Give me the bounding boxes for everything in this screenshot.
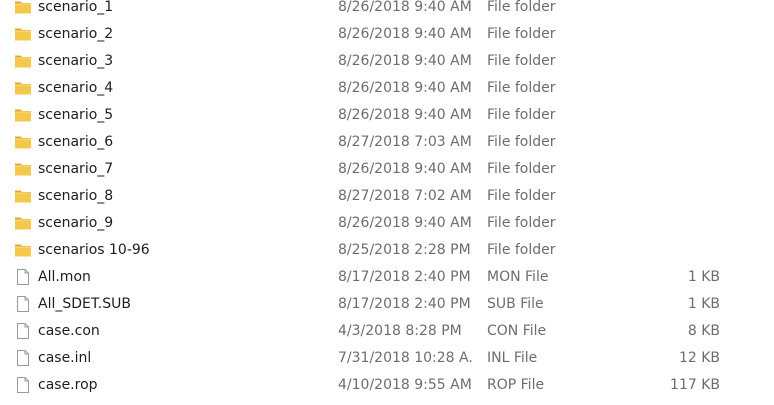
file-row[interactable]: All_SDET.SUB 8/17/2018 2:40 PM SUB File 1 K… [0, 291, 774, 318]
file-row[interactable]: case.inl 7/31/2018 10:28 A... INL File 12 K… [0, 345, 774, 372]
folder-icon [14, 133, 32, 151]
date-modified: 7/31/2018 10:28 A... [338, 350, 473, 366]
folder-icon [14, 160, 32, 178]
file-name: scenario_4 [38, 80, 114, 96]
file-name: scenario_6 [38, 134, 114, 150]
file-size: 12 KB [678, 350, 720, 366]
file-row[interactable]: case.rop 4/10/2018 9:55 AM ROP File 117 KB [0, 372, 774, 399]
folder-icon [14, 52, 32, 70]
file-type: CON File [487, 323, 547, 339]
folder-icon [14, 187, 32, 205]
file-name: scenario_7 [38, 161, 114, 177]
date-modified: 8/27/2018 7:03 AM [338, 134, 472, 150]
file-type: ROP File [487, 377, 545, 393]
folder-icon [14, 0, 32, 16]
file-type: File folder [487, 26, 556, 42]
file-name: scenario_8 [38, 188, 114, 204]
file-type: File folder [487, 107, 556, 123]
file-type: File folder [487, 134, 556, 150]
date-modified: 8/26/2018 9:40 AM [338, 0, 472, 15]
file-type: File folder [487, 242, 556, 258]
file-name: All_SDET.SUB [38, 296, 131, 312]
file-row[interactable]: scenario_7 8/26/2018 9:40 AM File folder [0, 156, 774, 183]
file-name: scenario_5 [38, 107, 114, 123]
folder-icon [14, 241, 32, 259]
file-icon [14, 268, 32, 286]
file-type: File folder [487, 215, 556, 231]
file-row[interactable]: scenario_1 8/26/2018 9:40 AM File folder [0, 0, 774, 21]
file-list: scenario_1 8/26/2018 9:40 AM File folder sc… [0, 0, 774, 405]
date-modified: 4/10/2018 9:55 AM [338, 377, 472, 393]
file-icon [14, 349, 32, 367]
file-row[interactable]: scenario_9 8/26/2018 9:40 AM File folder [0, 210, 774, 237]
date-modified: 8/25/2018 2:28 PM [338, 242, 471, 258]
file-row[interactable]: scenario_6 8/27/2018 7:03 AM File folder [0, 129, 774, 156]
folder-icon [14, 79, 32, 97]
file-type: File folder [487, 161, 556, 177]
file-row[interactable]: scenario_2 8/26/2018 9:40 AM File folder [0, 21, 774, 48]
file-name: All.mon [38, 269, 91, 285]
date-modified: 8/17/2018 2:40 PM [338, 296, 471, 312]
date-modified: 8/17/2018 2:40 PM [338, 269, 471, 285]
date-modified: 8/26/2018 9:40 AM [338, 53, 472, 69]
date-modified: 4/3/2018 8:28 PM [338, 323, 462, 339]
file-row[interactable]: scenario_4 8/26/2018 9:40 AM File folder [0, 75, 774, 102]
file-icon [14, 322, 32, 340]
file-row[interactable]: case.con 4/3/2018 8:28 PM CON File 8 KB [0, 318, 774, 345]
file-name: scenario_3 [38, 53, 114, 69]
file-type: File folder [487, 80, 556, 96]
file-name: scenario_2 [38, 26, 114, 42]
file-name: scenarios 10-96 [38, 242, 150, 258]
date-modified: 8/26/2018 9:40 AM [338, 26, 472, 42]
date-modified: 8/26/2018 9:40 AM [338, 80, 472, 96]
file-icon [14, 295, 32, 313]
file-name: case.inl [38, 350, 92, 366]
file-row[interactable]: All.mon 8/17/2018 2:40 PM MON File 1 KB [0, 264, 774, 291]
folder-icon [14, 25, 32, 43]
file-name: scenario_9 [38, 215, 114, 231]
file-type: MON File [487, 269, 549, 285]
file-type: File folder [487, 53, 556, 69]
file-size: 1 KB [687, 296, 720, 312]
file-row[interactable]: scenario_5 8/26/2018 9:40 AM File folder [0, 102, 774, 129]
date-modified: 8/26/2018 9:40 AM [338, 161, 472, 177]
file-row[interactable]: scenarios 10-96 8/25/2018 2:28 PM File fol… [0, 237, 774, 264]
folder-icon [14, 214, 32, 232]
file-row[interactable]: scenario_8 8/27/2018 7:02 AM File folder [0, 183, 774, 210]
file-icon [14, 376, 32, 394]
file-size: 1 KB [687, 269, 720, 285]
file-size: 117 KB [670, 377, 720, 393]
file-name: case.rop [38, 377, 98, 393]
file-type: SUB File [487, 296, 544, 312]
file-size: 8 KB [687, 323, 720, 339]
file-name: case.con [38, 323, 100, 339]
file-row[interactable]: scenario_3 8/26/2018 9:40 AM File folder [0, 48, 774, 75]
file-type: File folder [487, 188, 556, 204]
date-modified: 8/26/2018 9:40 AM [338, 107, 472, 123]
date-modified: 8/26/2018 9:40 AM [338, 215, 472, 231]
file-type: INL File [487, 350, 538, 366]
file-name: scenario_1 [38, 0, 114, 15]
file-type: File folder [487, 0, 556, 15]
folder-icon [14, 106, 32, 124]
date-modified: 8/27/2018 7:02 AM [338, 188, 472, 204]
